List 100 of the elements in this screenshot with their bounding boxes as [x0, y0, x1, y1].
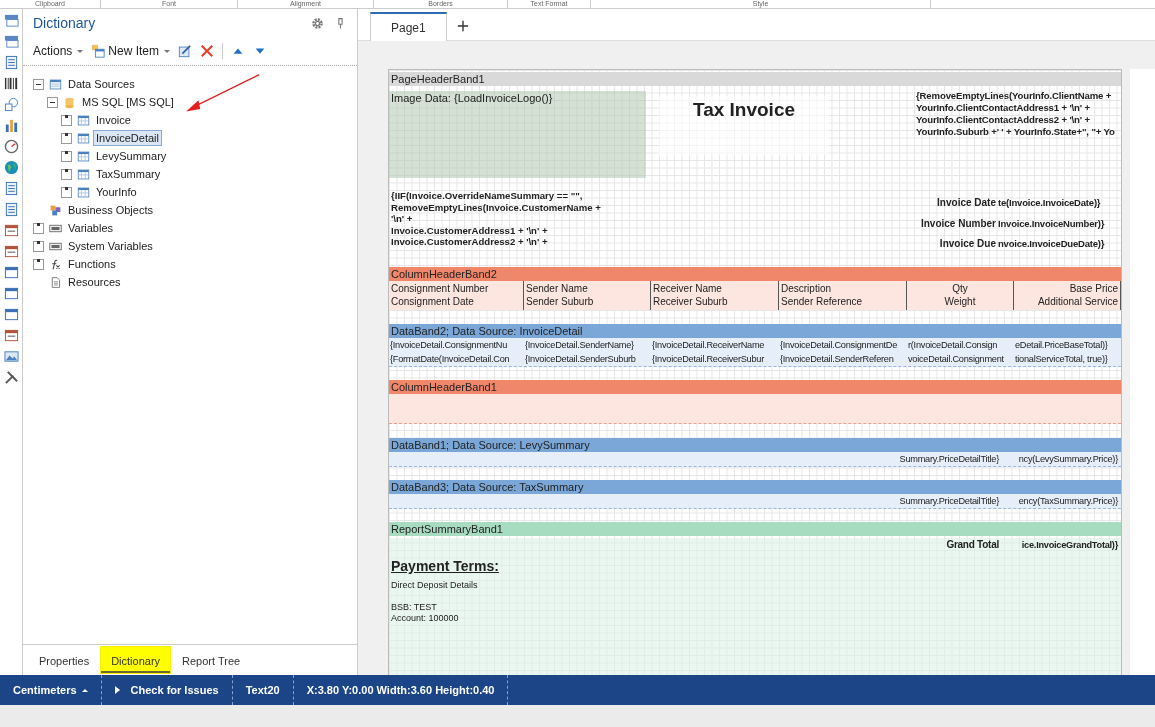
field-expression[interactable]: {InvoiceDetail.SenderName}: [524, 338, 651, 352]
field-expression[interactable]: ice.InvoiceGrandTotal)}: [1002, 538, 1121, 552]
list-icon[interactable]: [3, 202, 19, 217]
band-header[interactable]: DataBand2; Data Source: InvoiceDetail: [389, 324, 1121, 338]
expander-icon[interactable]: [61, 132, 72, 144]
column-heading[interactable]: Additional Service: [1016, 295, 1118, 308]
tree-item[interactable]: Functions: [65, 256, 119, 272]
column-heading[interactable]: Sender Name: [526, 282, 648, 295]
band-header[interactable]: DataBand3; Data Source: TaxSummary: [389, 480, 1121, 494]
add-page-icon[interactable]: [456, 20, 469, 32]
field-expression[interactable]: tionalServiceTotal, true)}: [1014, 352, 1121, 366]
field-expression[interactable]: {InvoiceDetail.ReceiverName: [651, 338, 779, 352]
field-expression[interactable]: Summary.PriceDetailTitle}: [884, 452, 1002, 466]
expander-icon[interactable]: [33, 78, 44, 90]
window-icon[interactable]: [3, 307, 19, 322]
field-expression[interactable]: Summary.PriceDetailTitle}: [884, 494, 1002, 508]
field-expression[interactable]: ncy(LevySummary.Price)}: [1002, 452, 1121, 466]
band-header[interactable]: DataBand1; Data Source: LevySummary: [389, 438, 1121, 452]
tree-item[interactable]: Variables: [65, 220, 117, 236]
edit-icon[interactable]: [178, 44, 193, 58]
field-expression[interactable]: {FormatDate(InvoiceDetail.Con: [389, 352, 524, 366]
field-label[interactable]: Invoice Due: [886, 238, 996, 249]
field-expression[interactable]: voiceDetail.Consignment: [907, 352, 1014, 366]
column-heading[interactable]: Base Price: [1016, 282, 1118, 295]
expander-icon[interactable]: [33, 222, 44, 234]
band-header[interactable]: ReportSummaryBand1: [389, 522, 1121, 536]
shapes-icon[interactable]: [3, 97, 19, 112]
panel-icon[interactable]: [3, 55, 19, 70]
column-heading[interactable]: Receiver Name: [653, 282, 776, 295]
image-placeholder[interactable]: Image Data: {LoadInvoiceLogo()}: [389, 91, 646, 178]
delete-icon[interactable]: [200, 44, 215, 58]
band-header[interactable]: PageHeaderBand1: [389, 72, 1121, 86]
text-component[interactable]: Direct Deposit Details BSB: TEST Account: 100000: [391, 580, 551, 624]
column-heading[interactable]: Description: [781, 282, 904, 295]
expander-icon[interactable]: [33, 240, 44, 252]
window-icon[interactable]: [3, 286, 19, 301]
field-expression[interactable]: {InvoiceDetail.ConsignmentDe: [779, 338, 907, 352]
tree-item[interactable]: MS SQL [MS SQL]: [79, 94, 177, 110]
band-icon[interactable]: [3, 13, 19, 28]
tree-item[interactable]: System Variables: [65, 238, 156, 254]
tree-item[interactable]: Business Objects: [65, 202, 156, 218]
field-expression[interactable]: te(Invoice.InvoiceDate)}: [998, 197, 1101, 208]
panel-tab[interactable]: Report Tree: [174, 647, 249, 673]
actions-menu[interactable]: Actions: [33, 44, 84, 58]
payment-heading[interactable]: Payment Terms:: [391, 558, 551, 574]
column-heading[interactable]: Consignment Date: [391, 295, 521, 308]
chart-icon[interactable]: [3, 118, 19, 133]
globe-icon[interactable]: [3, 160, 19, 175]
text-component[interactable]: {IIF(Invoice.OverrideNameSummary == "", RemoveEmptyLines(Invoice.CustomerName + '\n' + Invoice.CustomerAddress1 + '\n' + Invoice.CustomerAddress2 + '\n' +: [391, 190, 624, 248]
scroll-track[interactable]: [1130, 69, 1155, 675]
tree-item[interactable]: Data Sources: [65, 76, 138, 92]
expander-icon[interactable]: [47, 96, 58, 108]
column-heading[interactable]: Weight: [909, 295, 1011, 308]
new-item-menu[interactable]: New Item: [91, 44, 171, 58]
tree-item[interactable]: Invoice: [93, 112, 134, 128]
image-icon[interactable]: [3, 349, 19, 364]
expander-icon[interactable]: [61, 150, 72, 162]
field-label[interactable]: Invoice Number: [886, 217, 996, 229]
band-header[interactable]: ColumnHeaderBand2: [389, 267, 1121, 281]
field-expression[interactable]: r(InvoiceDetail.Consign: [907, 338, 1014, 352]
tree-item[interactable]: LevySummary: [93, 148, 170, 164]
field-expression[interactable]: nvoice.InvoiceDueDate)}: [998, 238, 1105, 249]
tree-item[interactable]: YourInfo: [93, 184, 140, 200]
report-heading[interactable]: Tax Invoice: [659, 96, 829, 155]
column-heading[interactable]: Receiver Suburb: [653, 295, 776, 308]
field-expression[interactable]: ency(TaxSummary.Price)}: [1002, 494, 1121, 508]
tree-item[interactable]: TaxSummary: [93, 166, 164, 182]
settings-icon[interactable]: [311, 16, 324, 30]
field-expression[interactable]: eDetail.PriceBaseTotal)}: [1014, 338, 1121, 352]
expander-icon[interactable]: [61, 186, 72, 198]
panel-tab[interactable]: Properties: [31, 647, 98, 673]
expander-icon[interactable]: [61, 168, 72, 180]
field-expression[interactable]: {InvoiceDetail.SenderReferen: [779, 352, 907, 366]
column-heading[interactable]: Sender Reference: [781, 295, 904, 308]
window-icon[interactable]: [3, 265, 19, 280]
field-label[interactable]: Invoice Date: [886, 197, 996, 208]
text-component[interactable]: {RemoveEmptyLines(YourInfo.ClientName + YourInfo.ClientContactAddress1 + '\n' + YourInfo.ClientContactAddress2 + '\n' + YourInfo.Suburb +' ' + YourInfo.State+", "+ Yo: [916, 90, 1115, 138]
band-header[interactable]: ColumnHeaderBand1: [389, 380, 1121, 394]
panel-tab[interactable]: Dictionary: [101, 647, 171, 673]
tree-item[interactable]: Resources: [65, 274, 124, 290]
field-expression[interactable]: {InvoiceDetail.ReceiverSubur: [651, 352, 779, 366]
column-heading[interactable]: Sender Suburb: [526, 295, 648, 308]
field-expression[interactable]: {InvoiceDetail.SenderSuburb: [524, 352, 651, 366]
field-expression[interactable]: Invoice.InvoiceNumber)}: [998, 217, 1105, 229]
text-icon[interactable]: [3, 328, 19, 343]
expander-icon[interactable]: [61, 114, 72, 126]
barcode-icon[interactable]: [3, 76, 19, 91]
tools-icon[interactable]: [3, 370, 19, 385]
column-heading[interactable]: Consignment Number: [391, 282, 521, 295]
tree-item[interactable]: InvoiceDetail: [93, 130, 162, 146]
field-label[interactable]: Grand Total: [884, 538, 1002, 552]
page-tab[interactable]: Page1: [370, 12, 447, 41]
text-icon[interactable]: [3, 244, 19, 259]
gauge-icon[interactable]: [3, 139, 19, 154]
column-heading[interactable]: Qty: [909, 282, 1011, 295]
page-icon[interactable]: [3, 181, 19, 196]
band-icon[interactable]: [3, 34, 19, 49]
expander-icon[interactable]: [33, 258, 44, 270]
field-expression[interactable]: {InvoiceDetail.ConsignmentNu: [389, 338, 524, 352]
text-icon[interactable]: [3, 223, 19, 238]
